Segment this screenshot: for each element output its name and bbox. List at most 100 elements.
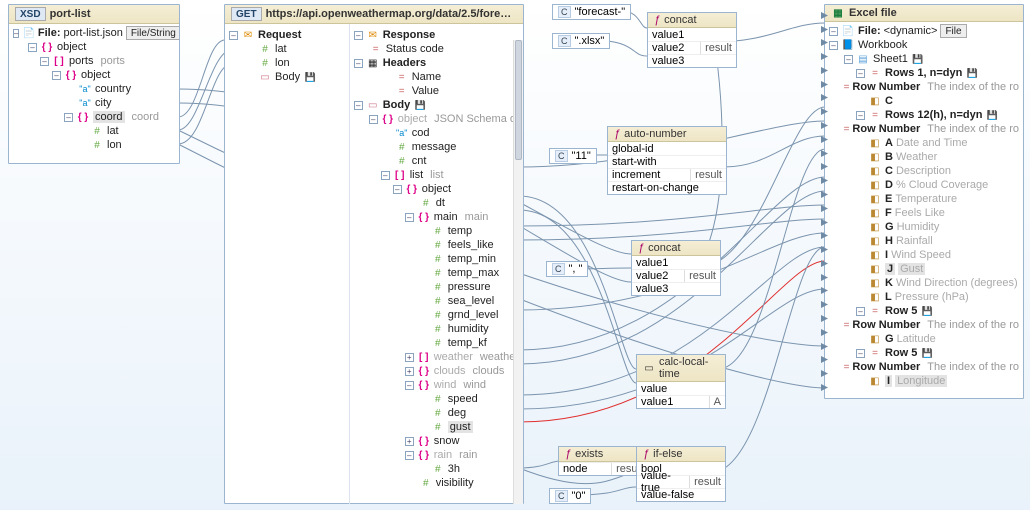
body-node-temp_max[interactable]: temp_max [350,266,523,280]
target-E[interactable]: E Temperature [825,192,1023,206]
req-node-Body[interactable]: Body [225,70,349,84]
file-button[interactable]: File [940,24,966,38]
file-string-button[interactable]: File/String [126,26,179,40]
calc-input-value[interactable]: value [637,382,725,395]
concat1-input-value2[interactable]: value2result [648,41,736,54]
ifelse-input-value-true[interactable]: value-trueresult [637,475,725,488]
input-port[interactable] [821,329,828,336]
auto-input-global-id[interactable]: global-id [608,142,726,155]
const-xlsx[interactable]: C".xlsx" [552,33,610,49]
target-G[interactable]: G Humidity [825,220,1023,234]
body-node-3h[interactable]: 3h [350,462,523,476]
input-port[interactable] [821,67,828,74]
input-port[interactable] [821,12,828,19]
hdr-node-Name[interactable]: Name [350,70,523,84]
target-C[interactable]: C [825,94,1023,108]
expand-icon[interactable]: + [405,367,414,376]
target-file-row[interactable]: – File: <dynamic> File [825,24,1023,38]
input-port[interactable] [821,219,828,226]
input-port[interactable] [821,122,828,129]
body-node-gust[interactable]: gust [350,420,523,434]
src-node-object[interactable]: –{ }object [9,40,179,54]
target-L[interactable]: L Pressure (hPa) [825,290,1023,304]
body-node-snow[interactable]: +{ }snow [350,434,523,448]
expand-icon[interactable]: – [369,115,378,124]
target-Rows-12-h-n-dyn[interactable]: –Rows 12(h), n=dyn [825,108,1023,122]
ifelse-output[interactable]: result [689,476,721,488]
input-port[interactable] [821,205,828,212]
input-port[interactable] [821,315,828,322]
concat2-box[interactable]: ƒconcat value1value2resultvalue3 [631,240,721,296]
const-comma[interactable]: C", " [546,261,588,277]
body-node-visibility[interactable]: visibility [350,476,523,490]
expand-icon[interactable]: + [405,437,414,446]
input-port[interactable] [821,81,828,88]
expand-icon[interactable]: – [52,71,61,80]
target-A[interactable]: A Date and Time [825,136,1023,150]
input-port[interactable] [821,384,828,391]
hdr-node-Value[interactable]: Value [350,84,523,98]
body-node-deg[interactable]: deg [350,406,523,420]
headers-node[interactable]: –▦Headers [350,56,523,70]
target-K[interactable]: K Wind Direction (degrees) [825,276,1023,290]
expand-icon[interactable]: – [381,171,390,180]
src-node-city[interactable]: city [9,96,179,110]
target-I[interactable]: I Longitude [825,374,1023,388]
expand-icon[interactable]: – [856,349,865,358]
body-node-dt[interactable]: dt [350,196,523,210]
concat2-input-value1[interactable]: value1 [632,256,720,269]
sheet-node[interactable]: –▤Sheet1 [825,52,1023,66]
target-C[interactable]: C Description [825,164,1023,178]
source-file-row[interactable]: – File: port-list.json File/String [9,26,179,40]
input-port[interactable] [821,163,828,170]
body-node-message[interactable]: message [350,140,523,154]
auto-input-restart-on-change[interactable]: restart-on-change [608,181,726,194]
target-Row-5[interactable]: –Row 5 [825,346,1023,360]
input-port[interactable] [821,274,828,281]
calc-input-value1[interactable]: value1A [637,395,725,408]
body-node-pressure[interactable]: pressure [350,280,523,294]
src-node-coord[interactable]: –{ }coordcoord [9,110,179,124]
concat1-input-value1[interactable]: value1 [648,28,736,41]
body-node-speed[interactable]: speed [350,392,523,406]
input-port[interactable] [821,356,828,363]
const-eleven[interactable]: C"11" [549,148,597,164]
target-D[interactable]: D % Cloud Coverage [825,178,1023,192]
target-Row-Number[interactable]: Row NumberThe index of the ro [825,122,1023,136]
expand-icon[interactable]: – [856,111,865,120]
expand-icon[interactable]: – [13,29,19,38]
req-node-lon[interactable]: lon [225,56,349,70]
auto-number-box[interactable]: ƒauto-number global-idstart-withincremen… [607,126,727,195]
target-Row-5[interactable]: –Row 5 [825,304,1023,318]
calc-local-time-box[interactable]: ▭calc-local-time valuevalue1A [636,354,726,409]
input-port[interactable] [821,53,828,60]
body-node-weather[interactable]: +[ ]weatherweather [350,350,523,364]
auto-input-start-with[interactable]: start-with [608,155,726,168]
const-zero[interactable]: C"0" [549,488,591,504]
target-H[interactable]: H Rainfall [825,234,1023,248]
input-port[interactable] [821,108,828,115]
auto-output[interactable]: result [690,169,722,181]
target-G[interactable]: G Latitude [825,332,1023,346]
input-port[interactable] [821,260,828,267]
calc-output[interactable]: A [709,396,721,408]
body-node-humidity[interactable]: humidity [350,322,523,336]
src-node-object[interactable]: –{ }object [9,68,179,82]
concat1-box[interactable]: ƒconcat value1value2resultvalue3 [647,12,737,68]
input-port[interactable] [821,370,828,377]
input-port[interactable] [821,150,828,157]
input-port[interactable] [821,301,828,308]
workbook-node[interactable]: –📘Workbook [825,38,1023,52]
concat1-input-value3[interactable]: value3 [648,54,736,67]
input-port[interactable] [821,191,828,198]
body-node-main[interactable]: –{ }mainmain [350,210,523,224]
target-I[interactable]: I Wind Speed [825,248,1023,262]
expand-icon[interactable]: – [856,69,865,78]
body-node-object[interactable]: –{ }objectJSON Schema o [350,112,523,126]
body-node-cod[interactable]: cod [350,126,523,140]
auto-input-increment[interactable]: incrementresult [608,168,726,181]
if-else-box[interactable]: ƒif-else boolvalue-trueresultvalue-false [636,446,726,502]
request-node[interactable]: – ✉ Request [225,28,349,42]
src-node-ports[interactable]: –[ ]portsports [9,54,179,68]
input-port[interactable] [821,232,828,239]
